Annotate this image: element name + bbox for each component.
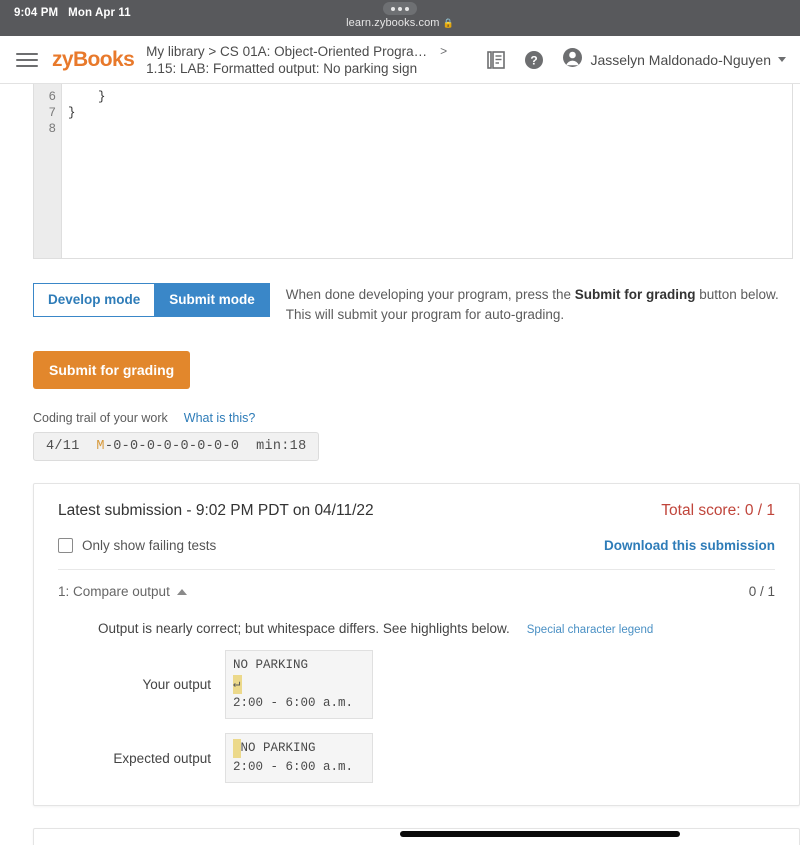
mode-toggle-group: Develop mode Submit mode xyxy=(33,283,270,317)
chevron-right-icon: > xyxy=(440,43,448,58)
coding-trail-box: 4/11 M-0-0-0-0-0-0-0-0 min:18 xyxy=(33,432,320,461)
status-bar-left: 9:04 PM Mon Apr 11 xyxy=(14,4,131,19)
dot-icon xyxy=(405,6,409,11)
dot-icon xyxy=(391,6,395,11)
your-output-line-1: NO PARKING xyxy=(233,658,309,672)
expected-output-line-1: NO PARKING xyxy=(240,741,316,755)
divider xyxy=(58,569,775,570)
help-icon[interactable]: ? xyxy=(524,50,544,70)
top-navigation-bar: zyBooks My library > CS 01A: Object-Orie… xyxy=(0,36,800,84)
breadcrumb-current-page: 1.15: LAB: Formatted output: No parking … xyxy=(146,60,418,76)
mode-description-bold: Submit for grading xyxy=(574,287,696,302)
coding-trail-date: 4/11 xyxy=(46,439,80,454)
editor-code-area[interactable]: } } xyxy=(62,84,792,258)
highlighted-space xyxy=(233,739,241,758)
catalog-icon[interactable] xyxy=(487,50,506,70)
editor-line-number-gutter: 6 7 8 xyxy=(34,84,62,258)
content-rail: 6 7 8 } } Develop mode Submit mode When … xyxy=(33,84,800,845)
expected-output-label: Expected output xyxy=(113,750,211,766)
test-case-toggle[interactable]: 1: Compare output xyxy=(58,584,187,599)
breadcrumb-row-top: My library > CS 01A: Object-Oriented Pro… xyxy=(146,43,447,60)
page-scroll-container[interactable]: 6 7 8 } } Develop mode Submit mode When … xyxy=(0,84,800,845)
coding-trail-minutes: min:18 xyxy=(256,439,307,454)
test-result-message-row: Output is nearly correct; but whitespace… xyxy=(58,621,775,636)
total-score-label: Total score: 0 / 1 xyxy=(661,502,775,519)
mode-selector-row: Develop mode Submit mode When done devel… xyxy=(33,283,793,325)
address-bar-url: learn.zybooks.com xyxy=(346,17,440,29)
submission-header: Latest submission - 9:02 PM PDT on 04/11… xyxy=(58,502,775,520)
dot-icon xyxy=(398,6,402,11)
address-bar[interactable]: learn.zybooks.com 🔒 xyxy=(346,17,454,29)
line-number: 6 xyxy=(48,90,56,104)
menu-hamburger-icon[interactable] xyxy=(16,49,38,71)
code-line: } xyxy=(68,106,76,120)
test-case-header: 1: Compare output 0 / 1 xyxy=(58,584,775,599)
code-editor[interactable]: 6 7 8 } } xyxy=(33,84,793,259)
tab-develop-mode[interactable]: Develop mode xyxy=(33,283,155,317)
chevron-up-icon xyxy=(176,588,187,595)
line-number: 8 xyxy=(48,122,56,136)
mode-description-pre: When done developing your program, press… xyxy=(285,287,575,302)
your-output-line-3: 2:00 - 6:00 a.m. xyxy=(233,696,354,710)
lock-icon: 🔒 xyxy=(442,17,454,28)
highlighted-newline-glyph: ↵ xyxy=(233,675,242,694)
what-is-this-link[interactable]: What is this? xyxy=(184,411,256,425)
test-result-message: Output is nearly correct; but whitespace… xyxy=(98,621,510,636)
only-failing-tests-checkbox[interactable]: Only show failing tests xyxy=(58,538,216,553)
expected-output-line-2: 2:00 - 6:00 a.m. xyxy=(233,760,354,774)
special-character-legend-link[interactable]: Special character legend xyxy=(527,624,654,636)
status-bar-date: Mon Apr 11 xyxy=(68,7,131,19)
coding-trail-header: Coding trail of your work What is this? xyxy=(33,411,793,425)
coding-trail-marker: M xyxy=(96,439,105,454)
top-navigation-actions: ? Jasselyn Maldonado-Nguyen xyxy=(487,47,786,73)
your-output-box: NO PARKING ↵ 2:00 - 6:00 a.m. xyxy=(225,650,373,719)
ios-status-bar: 9:04 PM Mon Apr 11 learn.zybooks.com 🔒 xyxy=(0,0,800,36)
chevron-down-icon xyxy=(778,57,786,62)
coding-trail-label: Coding trail of your work xyxy=(33,411,168,425)
browser-tab-switcher-button[interactable] xyxy=(383,2,417,15)
latest-submission-card: Latest submission - 9:02 PM PDT on 04/11… xyxy=(33,483,800,806)
svg-text:?: ? xyxy=(531,53,538,67)
expected-output-box: NO PARKING 2:00 - 6:00 a.m. xyxy=(225,733,373,783)
tab-submit-mode[interactable]: Submit mode xyxy=(154,283,270,317)
submission-title: Latest submission - 9:02 PM PDT on 04/11… xyxy=(58,502,374,519)
user-account-menu[interactable]: Jasselyn Maldonado-Nguyen xyxy=(562,47,786,73)
your-output-row: Your output NO PARKING ↵ 2:00 - 6:00 a.m… xyxy=(58,650,775,719)
status-bar-time: 9:04 PM xyxy=(14,7,59,19)
submission-controls: Only show failing tests Download this su… xyxy=(58,538,775,553)
test-case-score: 0 / 1 xyxy=(748,584,775,599)
coding-trail-sequence: -0-0-0-0-0-0-0-0 xyxy=(104,439,240,454)
zybooks-logo[interactable]: zyBooks xyxy=(52,48,135,72)
submit-for-grading-button[interactable]: Submit for grading xyxy=(33,351,191,389)
download-submission-link[interactable]: Download this submission xyxy=(604,538,775,553)
user-name-label: Jasselyn Maldonado-Nguyen xyxy=(590,51,771,68)
only-failing-tests-label: Only show failing tests xyxy=(82,538,217,553)
your-output-label: Your output xyxy=(142,677,211,692)
checkbox-box-icon xyxy=(58,538,73,553)
test-case-title: 1: Compare output xyxy=(58,584,170,599)
mode-description: When done developing your program, press… xyxy=(286,283,793,325)
home-indicator xyxy=(400,831,680,837)
code-line: } xyxy=(68,90,106,104)
breadcrumb: My library > CS 01A: Object-Oriented Pro… xyxy=(146,43,447,77)
breadcrumb-library-path[interactable]: My library > CS 01A: Object-Oriented Pro… xyxy=(146,43,427,60)
expected-output-row: Expected output NO PARKING 2:00 - 6:00 a… xyxy=(58,733,775,783)
line-number: 7 xyxy=(48,106,56,120)
avatar xyxy=(562,47,583,73)
